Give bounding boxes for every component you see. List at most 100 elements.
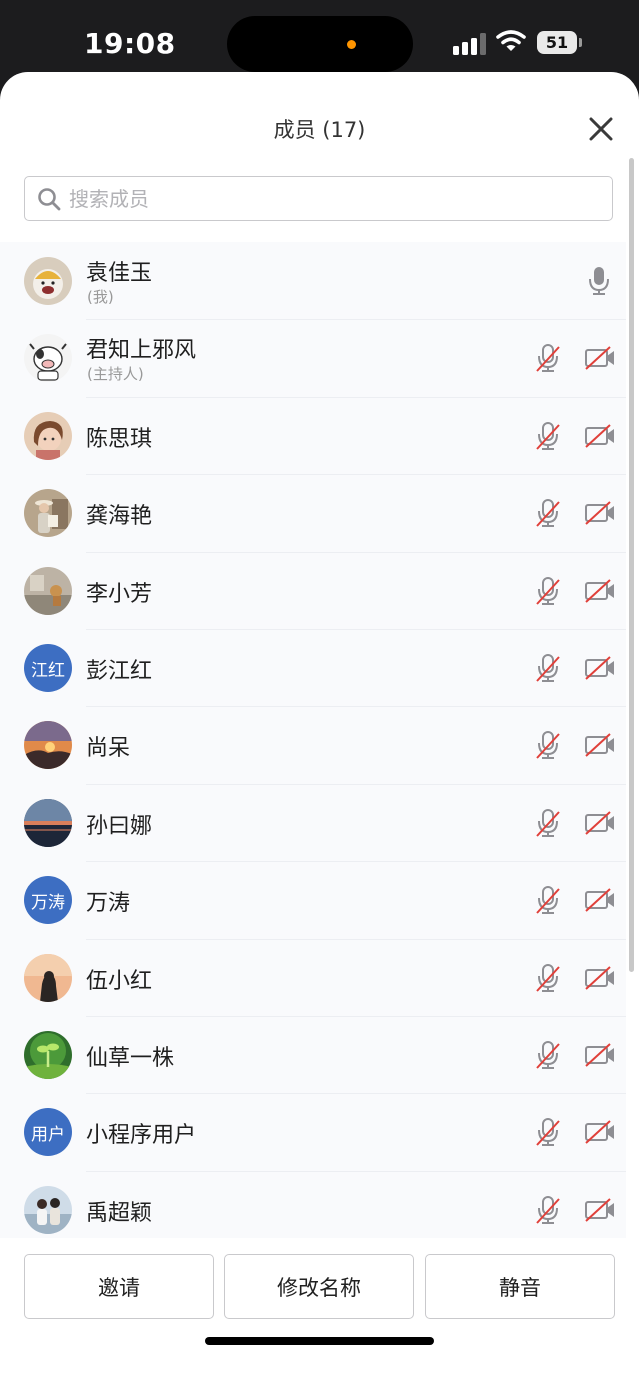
avatar	[24, 257, 72, 305]
mic-muted-icon[interactable]	[534, 1195, 562, 1225]
mic-muted-icon[interactable]	[534, 1117, 562, 1147]
status-bar: 19:08 51	[0, 0, 639, 72]
member-name: 袁佳玉	[86, 261, 153, 286]
member-row[interactable]: 万涛 万涛	[0, 861, 626, 938]
action-bar: 邀请 修改名称 静音	[0, 1238, 639, 1386]
member-name: 小程序用户	[86, 1123, 197, 1149]
avatar	[24, 334, 72, 383]
member-row[interactable]: 君知上邪风 (主持人)	[0, 319, 626, 396]
member-row[interactable]: 江红 彭江红	[0, 629, 626, 706]
row-divider	[86, 1170, 626, 1172]
members-sheet: 成员 (17) 袁佳玉 (我) 君知上邪风(主持人) 陈思琪龚海艳李小芳江红彭江红尚呆…	[0, 72, 639, 1386]
member-name: 伍小红	[86, 968, 153, 994]
camera-off-icon[interactable]	[584, 965, 616, 990]
camera-off-icon[interactable]	[584, 733, 616, 758]
member-name: 龚海艳	[86, 504, 153, 530]
avatar	[24, 953, 72, 1002]
camera-off-icon[interactable]	[584, 1043, 616, 1067]
member-row[interactable]: 李小芳	[0, 551, 626, 629]
mic-muted-icon[interactable]	[534, 730, 562, 760]
rename-button[interactable]: 修改名称	[224, 1254, 414, 1319]
avatar	[24, 566, 72, 615]
avatar	[24, 411, 72, 460]
member-row[interactable]: 陈思琪	[0, 396, 626, 474]
member-list[interactable]: 袁佳玉 (我) 君知上邪风 (主持人) 陈思琪龚海艳李小芳江红 彭江红尚呆孙曰娜万涛 万涛伍…	[0, 242, 626, 1238]
invite-button[interactable]: 邀请	[24, 1254, 214, 1319]
member-name: 君知上邪风	[86, 338, 197, 364]
avatar-initials: 用户	[24, 1108, 72, 1157]
row-divider	[86, 1016, 626, 1017]
camera-off-icon[interactable]	[584, 656, 616, 680]
row-divider	[86, 783, 626, 785]
status-time: 19:08	[84, 27, 176, 60]
mic-muted-icon[interactable]	[534, 963, 562, 993]
scrollbar[interactable]	[629, 158, 634, 972]
member-row[interactable]: 用户 小程序用户	[0, 1093, 626, 1170]
member-name: 彭江红	[86, 659, 153, 684]
mic-on-icon[interactable]	[585, 266, 613, 296]
camera-off-icon[interactable]	[584, 346, 616, 371]
camera-off-icon[interactable]	[584, 1198, 616, 1222]
member-row[interactable]: 禹超颖	[0, 1170, 626, 1238]
mic-muted-icon[interactable]	[534, 498, 562, 528]
camera-off-icon[interactable]	[584, 501, 616, 525]
avatar: 江红	[24, 644, 72, 692]
privacy-indicator-dot	[347, 40, 356, 49]
member-name: 李小芳	[86, 581, 153, 607]
camera-off-icon[interactable]	[584, 888, 616, 912]
member-row[interactable]: 伍小红	[0, 938, 626, 1016]
avatar	[24, 1185, 72, 1234]
camera-off-icon[interactable]	[584, 811, 616, 835]
close-icon[interactable]	[586, 114, 616, 144]
row-divider	[86, 551, 626, 553]
mic-muted-icon[interactable]	[534, 885, 562, 915]
mute-all-button[interactable]: 静音	[425, 1254, 615, 1319]
member-role: (我)	[87, 288, 114, 306]
row-divider	[86, 938, 626, 940]
camera-off-icon[interactable]	[584, 578, 616, 603]
mic-muted-icon[interactable]	[534, 421, 562, 451]
row-divider	[86, 396, 626, 398]
member-name: 尚呆	[86, 736, 131, 762]
battery-tip	[579, 38, 582, 47]
member-row[interactable]: 龚海艳	[0, 474, 626, 551]
mic-muted-icon[interactable]	[534, 1040, 562, 1070]
member-row[interactable]: 孙曰娜	[0, 783, 626, 861]
avatar	[24, 721, 72, 770]
member-row[interactable]: 仙草一株	[0, 1016, 626, 1093]
avatar: 万涛	[24, 876, 72, 925]
dynamic-island	[227, 16, 413, 72]
camera-off-icon[interactable]	[584, 424, 616, 448]
mic-muted-icon[interactable]	[534, 576, 562, 606]
avatar-initials: 江红	[24, 644, 72, 692]
avatar	[24, 1031, 72, 1079]
cellular-signal-icon	[453, 33, 487, 55]
row-divider	[86, 629, 626, 630]
row-divider	[86, 474, 626, 476]
camera-off-icon[interactable]	[584, 1120, 616, 1145]
battery-indicator: 51	[537, 31, 577, 54]
row-divider	[86, 861, 626, 863]
member-name: 仙草一株	[86, 1046, 175, 1071]
member-name: 孙曰娜	[86, 813, 153, 839]
row-divider	[86, 1093, 626, 1095]
search-icon	[38, 188, 61, 211]
avatar-initials: 万涛	[24, 876, 72, 925]
member-name: 禹超颖	[86, 1200, 153, 1226]
search-input[interactable]	[69, 185, 599, 213]
wifi-icon	[496, 30, 526, 51]
member-row[interactable]: 尚呆	[0, 706, 626, 783]
mic-muted-icon[interactable]	[534, 653, 562, 683]
row-divider	[86, 319, 626, 321]
mic-muted-icon[interactable]	[534, 343, 562, 373]
member-row[interactable]: 袁佳玉 (我)	[0, 242, 626, 319]
mic-muted-icon[interactable]	[534, 808, 562, 838]
avatar	[24, 798, 72, 847]
row-divider	[86, 706, 626, 708]
avatar: 用户	[24, 1108, 72, 1157]
member-role: (主持人)	[87, 365, 144, 384]
search-box[interactable]	[24, 176, 613, 221]
home-indicator	[205, 1337, 434, 1345]
member-name: 陈思琪	[86, 426, 153, 452]
member-name: 万涛	[86, 891, 131, 917]
